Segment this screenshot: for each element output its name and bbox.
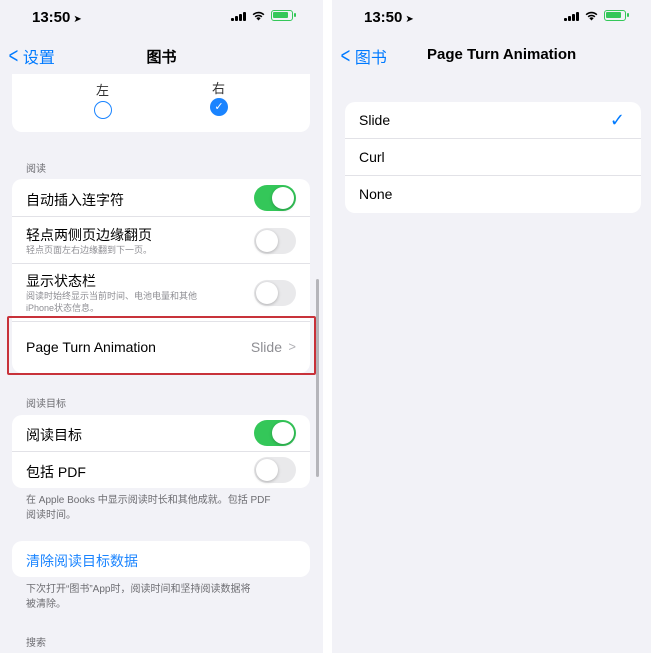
page-title: Page Turn Animation — [427, 46, 577, 63]
tap-margins-description: 轻点页面左右边缘翻到下一页。 — [26, 245, 153, 255]
back-button-books[interactable]: < 图书 — [339, 44, 387, 68]
nav-bar: < 图书 Page Turn Animation — [332, 42, 651, 68]
option-none-row[interactable]: None — [345, 176, 641, 213]
cellular-signal-icon — [231, 11, 246, 21]
option-slide-label: Slide — [359, 112, 391, 128]
cellular-signal-icon — [564, 11, 579, 21]
animation-options-group: Slide ✓ Curl None — [345, 102, 641, 213]
checkmark-icon: ✓ — [214, 101, 224, 113]
show-status-bar-row: 显示状态栏 阅读时始终显示当前时间、电池电量和其他 iPhone状态信息。 — [12, 264, 310, 322]
reading-goals-row: 阅读目标 — [12, 415, 310, 452]
location-arrow-icon: ➤ — [73, 14, 82, 25]
auto-hyphen-row: 自动插入连字符 — [12, 179, 310, 217]
page-turn-animation-label: Page Turn Animation — [26, 339, 156, 355]
show-status-bar-toggle[interactable] — [254, 280, 296, 306]
location-arrow-icon: ➤ — [405, 14, 414, 25]
status-bar: 13:50 ➤ — [332, 0, 651, 34]
battery-charging-icon — [604, 10, 629, 21]
page-turn-animation-screen: 13:50 ➤ < 图书 Page Turn Animation Slide ✓ … — [332, 0, 651, 653]
status-time: 13:50 — [364, 9, 403, 26]
wifi-icon — [585, 11, 598, 21]
option-curl-label: Curl — [359, 149, 385, 165]
reading-goals-footer: 在 Apple Books 中显示阅读时长和其他成就。包括 PDF 阅读时间。 — [26, 495, 271, 521]
auto-hyphen-label: 自动插入连字符 — [26, 192, 124, 208]
section-header-reading: 阅读 — [26, 164, 46, 175]
page-turn-animation-row[interactable]: Page Turn Animation Slide > — [12, 322, 310, 373]
show-status-bar-description-1: 阅读时始终显示当前时间、电池电量和其他 — [26, 291, 198, 301]
section-header-search: 搜索 — [26, 638, 46, 649]
page-title: 图书 — [146, 49, 177, 66]
wifi-icon — [252, 11, 265, 21]
status-bar: 13:50 ➤ — [0, 0, 323, 34]
tap-margins-row: 轻点两侧页边缘翻页 轻点页面左右边缘翻到下一页。 — [12, 217, 310, 264]
clear-reading-goals-group[interactable]: 清除阅读目标数据 — [12, 541, 310, 577]
checkmark-icon: ✓ — [609, 110, 625, 130]
include-pdf-row: 包括 PDF — [12, 452, 310, 488]
direction-right-label: 右 — [212, 81, 226, 96]
tap-margins-toggle[interactable] — [254, 228, 296, 254]
tap-margins-label: 轻点两侧页边缘翻页 — [26, 227, 152, 243]
section-header-reading-goals: 阅读目标 — [26, 399, 66, 410]
nav-bar: < 设置 图书 — [0, 42, 323, 68]
direction-left-label: 左 — [96, 83, 110, 98]
direction-left-radio[interactable] — [94, 101, 112, 119]
option-slide-row[interactable]: Slide ✓ — [345, 102, 641, 139]
chevron-right-icon: > — [288, 339, 296, 354]
option-curl-row[interactable]: Curl — [345, 139, 641, 176]
chevron-left-icon: < — [340, 43, 351, 68]
include-pdf-label: 包括 PDF — [26, 464, 86, 480]
auto-hyphen-toggle[interactable] — [254, 185, 296, 211]
scrollbar[interactable] — [316, 279, 319, 477]
battery-charging-icon — [271, 10, 296, 21]
reading-goals-group: 阅读目标 包括 PDF — [12, 415, 310, 488]
show-status-bar-label: 显示状态栏 — [26, 273, 96, 289]
clear-data-footer: 下次打开“图书”App时，阅读时间和坚持阅读数据将 被清除。 — [26, 584, 251, 610]
page-turn-animation-value: Slide — [250, 339, 282, 355]
clear-reading-goals-button[interactable]: 清除阅读目标数据 — [26, 551, 138, 571]
show-status-bar-description-2: iPhone状态信息。 — [26, 303, 100, 313]
option-none-label: None — [359, 186, 393, 202]
reading-goals-toggle[interactable] — [254, 420, 296, 446]
include-pdf-toggle[interactable] — [254, 457, 296, 483]
books-settings-screen: 13:50 ➤ < 设置 图书 左 右 ✓ 阅读 自动插入连字符 轻点两侧页边缘翻… — [0, 0, 323, 653]
reading-settings-group: 自动插入连字符 轻点两侧页边缘翻页 轻点页面左右边缘翻到下一页。 显示状态栏 阅… — [12, 179, 310, 373]
back-label: 图书 — [354, 50, 387, 67]
reading-goals-label: 阅读目标 — [26, 427, 82, 443]
direction-right-radio[interactable]: ✓ — [210, 98, 228, 116]
status-time: 13:50 — [32, 9, 71, 26]
page-direction-group: 左 右 ✓ — [12, 74, 310, 132]
